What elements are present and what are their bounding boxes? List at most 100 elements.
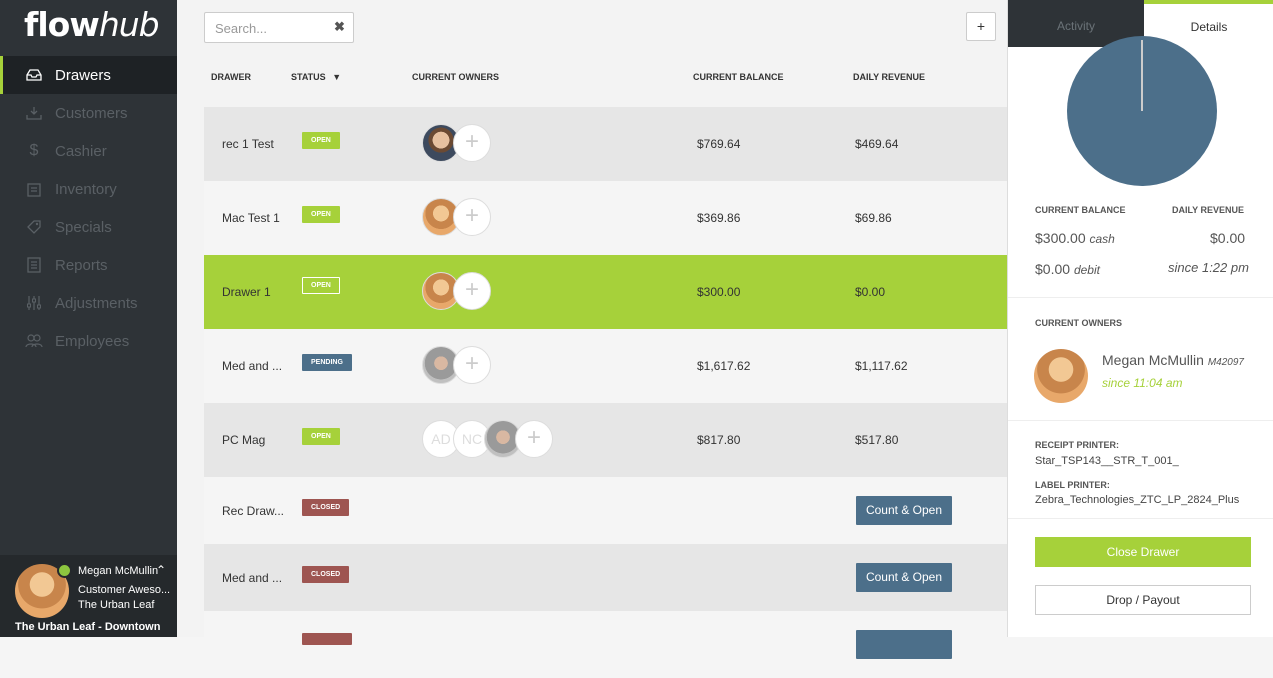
col-header-status[interactable]: STATUS ▼	[291, 72, 341, 82]
status-badge: OPEN	[302, 132, 340, 149]
daily-revenue: $0.00	[855, 285, 886, 299]
table-row[interactable]: Rec Draw... CLOSED Count & Open	[204, 477, 1007, 544]
cash-amount: $300.00	[1035, 230, 1086, 246]
cash-unit: cash	[1089, 232, 1115, 246]
col-header-drawer[interactable]: DRAWER	[211, 72, 251, 82]
details-panel: Activity Details CURRENT BALANCE DAILY R…	[1007, 0, 1273, 637]
debit-amount: $0.00	[1035, 261, 1071, 277]
clear-search-icon[interactable]: ✖	[334, 19, 345, 35]
sidebar-item-cashier[interactable]: $ Cashier	[0, 132, 177, 170]
sidebar-item-inventory[interactable]: Inventory	[0, 170, 177, 208]
user-store: The Urban Leaf	[78, 599, 155, 611]
user-role: Customer Aweso...	[78, 584, 171, 596]
table-header: DRAWER STATUS ▼ CURRENT OWNERS CURRENT B…	[177, 72, 1007, 88]
logo-text-italic: hub	[98, 5, 160, 44]
sidebar-item-label: Cashier	[55, 142, 107, 160]
divider	[1008, 297, 1273, 298]
add-owner-button[interactable]: +	[453, 272, 491, 310]
owner-name: Megan McMullin M42097	[1102, 352, 1244, 368]
drop-payout-button[interactable]: Drop / Payout	[1035, 585, 1251, 615]
count-open-button[interactable]: Count & Open	[856, 496, 952, 525]
drawer-name: Med and ...	[222, 359, 283, 373]
count-open-button[interactable]: Count & Open	[856, 563, 952, 592]
divider	[1008, 420, 1273, 421]
col-header-status-label: STATUS	[291, 72, 326, 82]
search-placeholder: Search...	[215, 21, 268, 36]
customers-icon	[25, 104, 43, 122]
drawers-main: Search... ✖ + DRAWER STATUS ▼ CURRENT OW…	[177, 0, 1007, 678]
sidebar-item-label: Drawers	[55, 66, 111, 84]
daily-revenue: $517.80	[855, 433, 899, 447]
debit-balance: $0.00 debit	[1035, 261, 1100, 277]
sidebar-item-reports[interactable]: Reports	[0, 246, 177, 284]
table-row[interactable]: PC Mag OPEN AD NC + $817.80 $517.80	[204, 403, 1007, 477]
current-balance: $1,617.62	[697, 359, 751, 373]
sidebar-item-customers[interactable]: Customers	[0, 94, 177, 132]
user-profile[interactable]: Megan McMullin ⌃ Customer Aweso... The U…	[0, 555, 177, 637]
sidebar-item-label: Customers	[55, 104, 128, 122]
owners-label: CURRENT OWNERS	[1035, 318, 1122, 328]
table-row-selected[interactable]: Drawer 1 OPEN + $300.00 $0.00	[204, 255, 1007, 329]
sidebar-item-employees[interactable]: Employees	[0, 322, 177, 360]
cash-balance: $300.00 cash	[1035, 230, 1115, 246]
sidebar-item-label: Adjustments	[55, 294, 138, 312]
table-row[interactable]: Med and ... CLOSED Count & Open	[204, 544, 1007, 611]
table-row[interactable]: rec 1 Test OPEN + $769.64 $469.64	[204, 107, 1007, 181]
status-badge	[302, 633, 352, 645]
drawer-name: PC Mag	[222, 433, 266, 447]
status-badge: OPEN	[302, 206, 340, 223]
online-status-icon	[57, 563, 72, 578]
table-row[interactable]	[204, 611, 1007, 678]
close-drawer-button[interactable]: Close Drawer	[1035, 537, 1251, 567]
dollar-icon: $	[29, 142, 39, 159]
tag-icon	[25, 218, 43, 236]
status-badge: OPEN	[302, 428, 340, 445]
sidebar-item-label: Specials	[55, 218, 112, 236]
receipt-printer-value: Star_TSP143__STR_T_001_	[1035, 455, 1179, 467]
add-owner-button[interactable]: +	[453, 346, 491, 384]
sidebar-item-drawers[interactable]: Drawers	[0, 56, 177, 94]
add-owner-button[interactable]: +	[515, 420, 553, 458]
user-name: Megan McMullin	[78, 565, 159, 577]
drawer-name: Med and ...	[222, 571, 283, 585]
sidebar-item-label: Reports	[55, 256, 108, 274]
sidebar-item-specials[interactable]: Specials	[0, 208, 177, 246]
daily-revenue: $469.64	[855, 137, 899, 151]
sidebar: flowhub Drawers Customers $ Cashier Inve…	[0, 0, 177, 637]
current-balance: $300.00	[697, 285, 741, 299]
search-input[interactable]: Search...	[204, 12, 354, 43]
drawer-name: Rec Draw...	[222, 504, 285, 518]
daily-revenue: $69.86	[855, 211, 892, 225]
owner-id: M42097	[1207, 357, 1244, 368]
daily-revenue: $1,117.62	[855, 359, 908, 373]
sidebar-item-label: Employees	[55, 332, 130, 350]
inventory-icon	[25, 180, 43, 198]
revenue-since: since 1:22 pm	[1168, 260, 1249, 275]
balance-label: CURRENT BALANCE	[1035, 205, 1126, 215]
sliders-icon	[25, 294, 43, 312]
col-header-owners: CURRENT OWNERS	[412, 72, 499, 82]
avatar-initials: AD	[431, 431, 451, 447]
col-header-balance[interactable]: CURRENT BALANCE	[693, 72, 784, 82]
sidebar-item-label: Inventory	[55, 180, 117, 198]
current-balance: $817.80	[697, 433, 741, 447]
chevron-up-icon[interactable]: ⌃	[156, 563, 166, 577]
drawer-name: Drawer 1	[222, 285, 271, 299]
current-balance: $369.86	[697, 211, 741, 225]
status-badge: OPEN	[302, 277, 340, 294]
flowhub-logo[interactable]: flowhub	[24, 5, 160, 44]
add-drawer-button[interactable]: +	[966, 12, 996, 41]
avatar	[1034, 349, 1088, 403]
reports-icon	[25, 256, 43, 274]
pie-divider	[1141, 40, 1143, 111]
col-header-revenue[interactable]: DAILY REVENUE	[853, 72, 925, 82]
add-owner-button[interactable]: +	[453, 198, 491, 236]
table-row[interactable]: Mac Test 1 OPEN + $369.86 $69.86	[204, 181, 1007, 255]
status-badge: CLOSED	[302, 499, 350, 516]
add-owner-button[interactable]: +	[453, 124, 491, 162]
current-balance: $769.64	[697, 137, 741, 151]
sidebar-item-adjustments[interactable]: Adjustments	[0, 284, 177, 322]
count-open-button[interactable]	[856, 630, 952, 659]
drawer-name: rec 1 Test	[222, 137, 274, 151]
table-row[interactable]: Med and ... PENDING + $1,617.62 $1,117.6…	[204, 329, 1007, 403]
